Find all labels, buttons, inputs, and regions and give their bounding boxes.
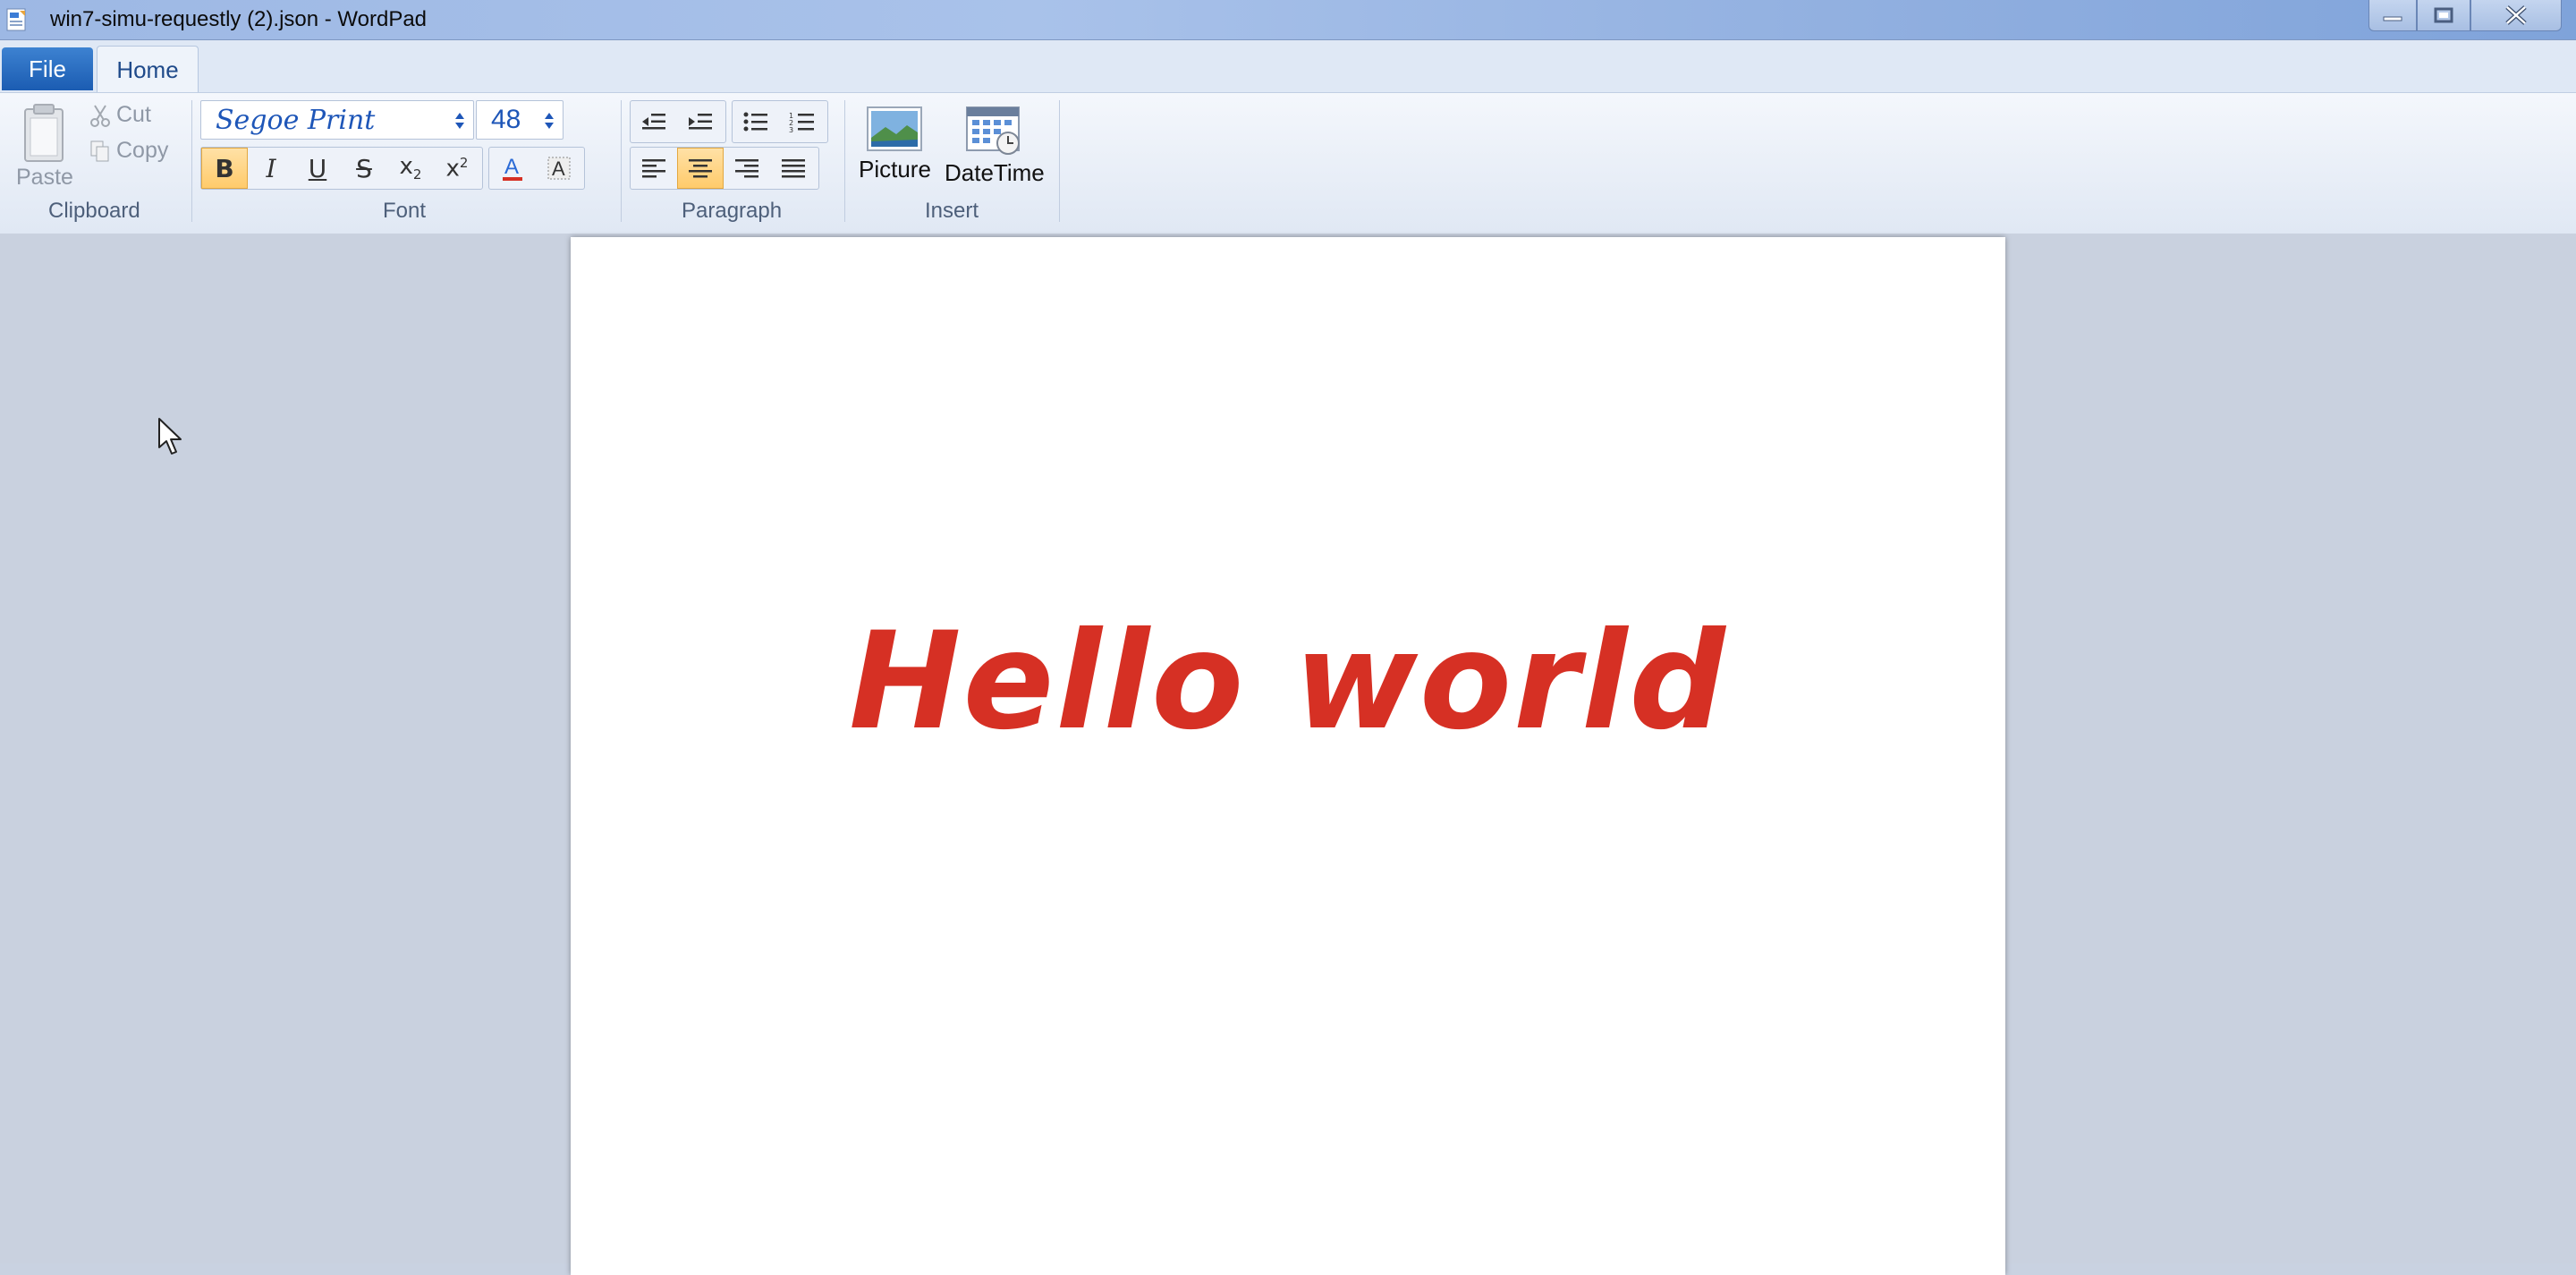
- document-page[interactable]: Hello world: [571, 237, 2005, 1275]
- bullet-list-button[interactable]: [733, 101, 779, 142]
- spinner-arrows-icon: [545, 113, 554, 129]
- strikethrough-icon: S: [356, 153, 372, 183]
- font-color-toolbar: A A: [488, 147, 585, 190]
- group-separator: [621, 100, 622, 222]
- bullet-list-icon: [743, 112, 767, 132]
- title-bar: win7-simu-requestly (2).json - WordPad: [0, 0, 2576, 40]
- document-text[interactable]: Hello world: [571, 604, 2005, 760]
- font-group-label: Font: [383, 199, 427, 223]
- highlight-color-button[interactable]: A: [536, 148, 582, 189]
- tab-file[interactable]: File: [2, 47, 93, 90]
- italic-button[interactable]: I: [248, 148, 294, 189]
- close-button[interactable]: [2470, 0, 2562, 31]
- paste-button[interactable]: Paste: [16, 165, 73, 191]
- group-separator: [1059, 100, 1060, 222]
- spinner-arrows-icon: [455, 113, 464, 129]
- align-center-button[interactable]: [677, 148, 724, 189]
- increase-indent-button[interactable]: [677, 101, 724, 142]
- text-color-button[interactable]: A: [489, 148, 536, 189]
- maximize-button[interactable]: [2417, 0, 2470, 31]
- svg-text:A: A: [504, 155, 519, 179]
- underline-button[interactable]: U: [294, 148, 341, 189]
- document-workspace: Hello world: [0, 234, 2576, 1275]
- font-family-value: Segoe Print: [216, 104, 376, 136]
- paragraph-group-label: Paragraph: [682, 199, 783, 223]
- strikethrough-button[interactable]: S: [341, 148, 387, 189]
- copy-label: Copy: [116, 138, 169, 163]
- insert-picture-button[interactable]: Picture: [859, 106, 931, 183]
- svg-text:3: 3: [789, 126, 793, 132]
- font-size-value: 48: [491, 105, 521, 134]
- align-right-icon: [735, 159, 758, 178]
- bold-icon: B: [215, 153, 234, 183]
- underline-icon: U: [308, 153, 327, 183]
- list-toolbar: 123: [732, 100, 828, 143]
- align-left-icon: [642, 159, 665, 178]
- decrease-indent-button[interactable]: [631, 101, 677, 142]
- subscript-button[interactable]: x2: [387, 148, 434, 189]
- svg-text:A: A: [552, 157, 565, 180]
- wordpad-app-icon[interactable]: [5, 7, 29, 32]
- indent-toolbar: [630, 100, 726, 143]
- align-left-button[interactable]: [631, 148, 677, 189]
- ribbon-tab-row: File Home: [0, 40, 2576, 93]
- ribbon: Paste Cut Copy Clipboard Segoe Print 48 …: [0, 92, 2576, 234]
- paste-icon[interactable]: [20, 102, 70, 165]
- scissors-icon: [90, 104, 110, 127]
- superscript-icon: x2: [445, 154, 469, 183]
- justify-icon: [782, 159, 805, 178]
- font-format-toolbar: B I U S x2 x2: [200, 147, 483, 190]
- numbered-list-button[interactable]: 123: [779, 101, 826, 142]
- insert-group-label: Insert: [925, 199, 979, 223]
- tab-home[interactable]: Home: [97, 46, 199, 93]
- text-color-icon: A: [503, 155, 522, 181]
- subscript-icon: x2: [399, 153, 422, 183]
- picture-icon: [867, 106, 923, 151]
- mouse-pointer-icon: [158, 418, 182, 455]
- close-icon: [2505, 5, 2527, 25]
- window-title: win7-simu-requestly (2).json - WordPad: [50, 7, 428, 31]
- decrease-indent-icon: [642, 114, 665, 130]
- highlight-icon: A: [547, 157, 571, 180]
- cut-button[interactable]: Cut: [89, 102, 151, 128]
- alignment-toolbar: [630, 147, 819, 190]
- minimize-icon: [2383, 16, 2402, 21]
- bold-button[interactable]: B: [201, 148, 248, 189]
- increase-indent-icon: [689, 114, 712, 130]
- insert-datetime-button[interactable]: DateTime: [945, 106, 1045, 187]
- font-size-select[interactable]: 48: [476, 100, 564, 140]
- align-center-icon: [689, 159, 712, 178]
- group-separator: [191, 100, 192, 222]
- calendar-clock-icon: [965, 106, 1020, 155]
- font-family-select[interactable]: Segoe Print: [200, 100, 474, 140]
- copy-button[interactable]: Copy: [89, 138, 168, 164]
- align-right-button[interactable]: [724, 148, 770, 189]
- picture-label: Picture: [859, 156, 931, 183]
- justify-button[interactable]: [770, 148, 817, 189]
- clipboard-group-label: Clipboard: [48, 199, 140, 223]
- superscript-button[interactable]: x2: [434, 148, 480, 189]
- cut-label: Cut: [116, 102, 151, 127]
- italic-icon: I: [266, 153, 276, 183]
- datetime-label: DateTime: [945, 159, 1045, 186]
- group-separator: [844, 100, 845, 222]
- window-controls: [2368, 0, 2562, 32]
- numbered-list-icon: 123: [789, 112, 814, 132]
- copy-icon: [90, 140, 109, 161]
- restore-icon: [2434, 7, 2453, 23]
- minimize-button[interactable]: [2368, 0, 2417, 31]
